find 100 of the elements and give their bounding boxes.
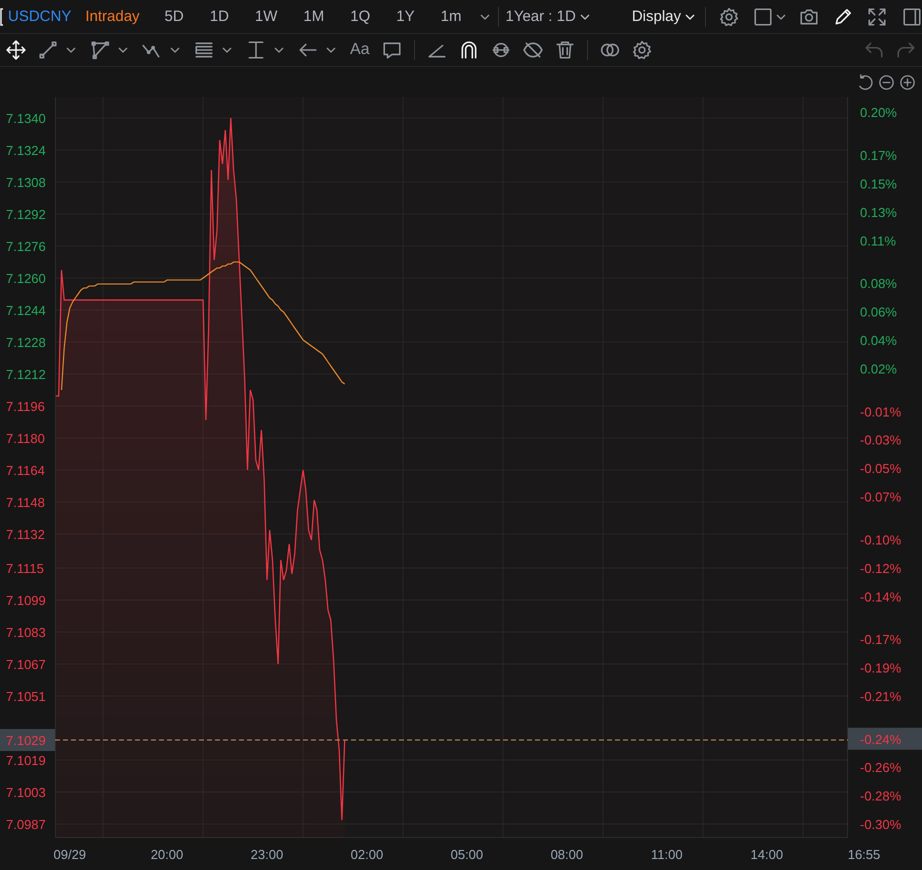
percent-axis-label: 0.08% <box>860 276 897 292</box>
percent-axis-label: 0.15% <box>860 176 897 192</box>
undo-icon <box>864 40 884 60</box>
period-tab[interactable]: 5D <box>152 2 197 32</box>
caret-icon <box>326 45 336 55</box>
y-axis-label: 7.1196 <box>6 399 45 414</box>
zoom-out-icon <box>878 74 895 90</box>
period-tab[interactable]: 1Y <box>383 2 428 32</box>
x-axis-label: 08:00 <box>550 847 584 862</box>
y-axis-label: 7.1260 <box>6 271 46 286</box>
x-axis-label: 16:55 <box>848 847 880 862</box>
y-axis-label: 7.1180 <box>6 431 45 446</box>
percent-axis-label: 0.11% <box>860 233 896 248</box>
caret-icon <box>580 12 590 22</box>
pencil-icon <box>833 6 853 26</box>
x-axis-label: 05:00 <box>450 847 484 862</box>
percent-axis-label: 0.13% <box>860 204 897 220</box>
percent-axis-label: 0.20% <box>860 105 897 120</box>
y-axis-label: 7.1099 <box>6 593 46 608</box>
x-axis-label: 09/29 <box>54 847 86 862</box>
period-tab[interactable]: 1Q <box>337 2 384 32</box>
y-axis-label: 7.1292 <box>6 207 46 222</box>
y-axis-label: 7.1308 <box>6 175 46 190</box>
percent-axis-label: -0.05% <box>860 461 902 476</box>
percent-axis-label: -0.21% <box>860 689 902 704</box>
y-axis-label: 7.1228 <box>6 335 46 350</box>
x-axis-label: 02:00 <box>350 847 384 862</box>
symbol-button[interactable]: USDCNY <box>4 2 80 32</box>
caret-icon <box>118 45 128 55</box>
percent-axis-label: -0.10% <box>860 532 902 548</box>
y-axis-label: 7.0987 <box>6 817 46 832</box>
x-axis-label: 11:00 <box>651 847 683 862</box>
camera-icon <box>799 6 819 26</box>
period-tab[interactable]: 1M <box>290 2 338 32</box>
line-segment-icon <box>38 40 58 60</box>
zoom-in-icon <box>899 74 916 90</box>
price-tag-background <box>0 729 55 751</box>
y-axis-label: 7.1276 <box>6 239 46 254</box>
gear-icon <box>719 6 739 26</box>
percent-axis-label: -0.03% <box>860 432 902 448</box>
caret-icon <box>222 45 232 55</box>
comment-icon <box>382 40 402 60</box>
percent-axis-label: -0.14% <box>860 589 902 604</box>
text-lines-icon <box>194 40 214 60</box>
reset-icon <box>857 74 874 90</box>
period-tab[interactable]: 1W <box>242 2 290 32</box>
y-axis-label: 7.1067 <box>6 657 46 672</box>
y-axis-label: 7.1132 <box>6 527 45 542</box>
percent-axis-label: -0.12% <box>860 560 902 576</box>
y-axis-label: 7.1324 <box>6 143 46 158</box>
current-price-label: 7.1029 <box>6 733 46 748</box>
caret-icon <box>66 45 76 55</box>
current-percent-label: -0.24% <box>860 732 902 747</box>
range-dropdown[interactable]: 1Year : 1D <box>501 2 594 32</box>
percent-axis-label: -0.30% <box>860 817 902 832</box>
y-axis-label: 7.1019 <box>6 753 46 768</box>
x-axis-label: 23:00 <box>250 847 284 862</box>
y-axis-label: 7.1212 <box>6 367 46 382</box>
move-icon <box>6 40 26 60</box>
y-axis-label: 7.1115 <box>6 561 44 576</box>
caret-icon <box>274 45 284 55</box>
percent-axis-label: -0.17% <box>860 632 902 648</box>
caret-icon <box>685 12 695 22</box>
drawing-tool[interactable]: Aa <box>344 35 376 65</box>
percent-axis-label: -0.28% <box>860 788 902 804</box>
y-axis-label: 7.1164 <box>6 463 45 478</box>
y-axis-label: 7.1083 <box>6 625 46 640</box>
panel-icon <box>902 6 922 26</box>
caret-icon <box>776 12 786 22</box>
y-axis-label: 7.1051 <box>6 689 46 704</box>
y-axis-label: 7.1003 <box>6 785 46 800</box>
percent-axis-label: 0.02% <box>860 362 897 377</box>
eye-off-icon <box>522 40 543 60</box>
caret-icon <box>480 12 490 22</box>
percent-axis-label: -0.19% <box>860 660 902 676</box>
square-icon <box>753 6 773 26</box>
loop-icon <box>490 40 511 60</box>
bracket-icon <box>0 8 4 26</box>
percent-axis-label: 0.17% <box>860 148 897 163</box>
fullscreen-icon <box>867 6 887 26</box>
polygon-icon <box>90 40 110 60</box>
display-dropdown[interactable]: Display <box>628 2 699 32</box>
magnet-icon <box>458 40 479 60</box>
caret-icon <box>170 45 180 55</box>
percent-axis-label: -0.01% <box>860 404 902 420</box>
y-axis-label: 7.1148 <box>6 495 45 510</box>
gear-icon <box>632 40 652 60</box>
y-axis-label: 7.1340 <box>6 111 46 126</box>
period-tab[interactable]: Intraday <box>80 2 152 32</box>
x-axis-label: 20:00 <box>150 847 184 862</box>
percent-axis-label: 0.06% <box>860 304 897 320</box>
percent-axis-label: -0.07% <box>860 490 902 505</box>
x-axis-label: 14:00 <box>750 847 784 862</box>
redo-icon <box>896 40 916 60</box>
period-tab[interactable]: 1D <box>196 2 242 32</box>
period-tab[interactable]: 1m <box>428 2 474 32</box>
percent-axis-label: -0.26% <box>860 760 902 776</box>
trash-icon <box>554 40 575 60</box>
measure-icon <box>246 40 266 60</box>
y-axis-label: 7.1244 <box>6 303 46 318</box>
